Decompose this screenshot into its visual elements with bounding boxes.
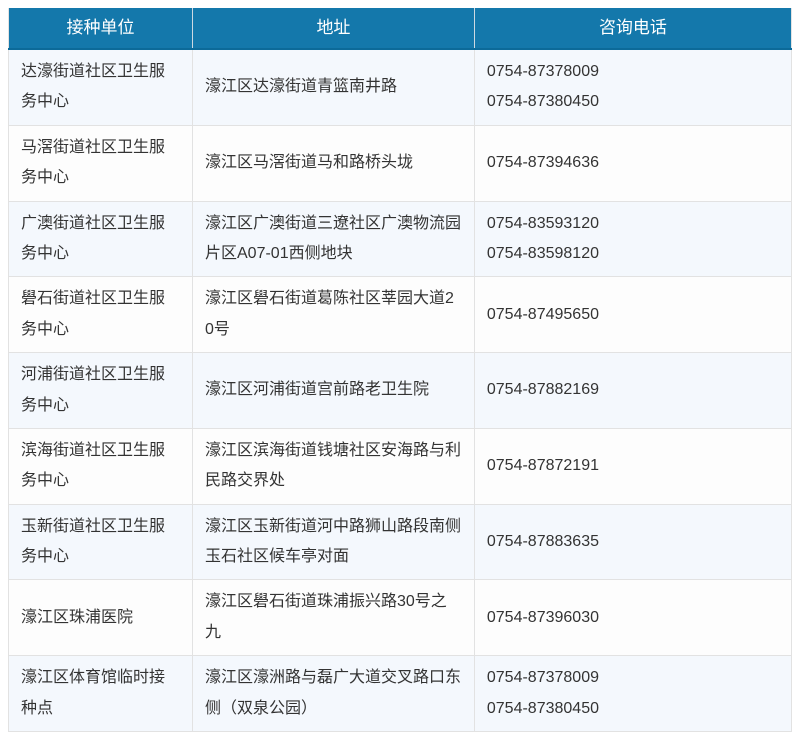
phone-number: 0754-83598120	[487, 239, 779, 269]
unit-cell: 礐石街道社区卫生服务中心	[9, 277, 193, 353]
phone-number: 0754-87396030	[487, 603, 779, 633]
header-row: 接种单位 地址 咨询电话	[9, 8, 792, 49]
address-cell: 濠江区礐石街道珠浦振兴路30号之九	[193, 580, 475, 656]
table-row: 濠江区珠浦医院 濠江区礐石街道珠浦振兴路30号之九 0754-87396030	[9, 580, 792, 656]
phone-cell: 0754-87882169	[474, 353, 791, 429]
phone-cell: 0754-87872191	[474, 428, 791, 504]
address-cell: 濠江区达濠街道青篮南井路	[193, 49, 475, 125]
phone-number: 0754-87380450	[487, 694, 779, 724]
unit-cell: 河浦街道社区卫生服务中心	[9, 353, 193, 429]
page: 接种单位 地址 咨询电话 达濠街道社区卫生服务中心 濠江区达濠街道青篮南井路 0…	[0, 0, 800, 739]
column-header-unit: 接种单位	[9, 8, 193, 49]
table-row: 玉新街道社区卫生服务中心 濠江区玉新街道河中路狮山路段南侧玉石社区候车亭对面 0…	[9, 504, 792, 580]
phone-cell: 0754-87396030	[474, 580, 791, 656]
phone-cell: 0754-873780090754-87380450	[474, 656, 791, 732]
phone-number: 0754-87378009	[487, 57, 779, 87]
phone-number: 0754-87378009	[487, 663, 779, 693]
unit-cell: 马滘街道社区卫生服务中心	[9, 125, 193, 201]
table-row: 滨海街道社区卫生服务中心 濠江区滨海街道钱塘社区安海路与利民路交界处 0754-…	[9, 428, 792, 504]
table-row: 礐石街道社区卫生服务中心 濠江区礐石街道葛陈社区莘园大道20号 0754-874…	[9, 277, 792, 353]
table-row: 濠江区体育馆临时接种点 濠江区濠洲路与磊广大道交叉路口东侧（双泉公园） 0754…	[9, 656, 792, 732]
table-row: 广澳街道社区卫生服务中心 濠江区广澳街道三遼社区广澳物流园片区A07-01西侧地…	[9, 201, 792, 277]
phone-number: 0754-87872191	[487, 451, 779, 481]
address-cell: 濠江区马滘街道马和路桥头垅	[193, 125, 475, 201]
address-cell: 濠江区濠洲路与磊广大道交叉路口东侧（双泉公园）	[193, 656, 475, 732]
unit-cell: 濠江区珠浦医院	[9, 580, 193, 656]
column-header-address: 地址	[193, 8, 475, 49]
address-cell: 濠江区礐石街道葛陈社区莘园大道20号	[193, 277, 475, 353]
phone-cell: 0754-87394636	[474, 125, 791, 201]
phone-cell: 0754-835931200754-83598120	[474, 201, 791, 277]
vaccination-sites-table: 接种单位 地址 咨询电话 达濠街道社区卫生服务中心 濠江区达濠街道青篮南井路 0…	[8, 8, 792, 732]
unit-cell: 玉新街道社区卫生服务中心	[9, 504, 193, 580]
unit-cell: 广澳街道社区卫生服务中心	[9, 201, 193, 277]
table-body: 达濠街道社区卫生服务中心 濠江区达濠街道青篮南井路 0754-873780090…	[9, 49, 792, 732]
table-header: 接种单位 地址 咨询电话	[9, 8, 792, 49]
unit-cell: 濠江区体育馆临时接种点	[9, 656, 193, 732]
address-cell: 濠江区河浦街道宫前路老卫生院	[193, 353, 475, 429]
unit-cell: 滨海街道社区卫生服务中心	[9, 428, 193, 504]
address-cell: 濠江区玉新街道河中路狮山路段南侧玉石社区候车亭对面	[193, 504, 475, 580]
phone-number: 0754-87394636	[487, 148, 779, 178]
phone-number: 0754-87883635	[487, 527, 779, 557]
phone-number: 0754-87380450	[487, 87, 779, 117]
column-header-phone: 咨询电话	[474, 8, 791, 49]
table-row: 达濠街道社区卫生服务中心 濠江区达濠街道青篮南井路 0754-873780090…	[9, 49, 792, 125]
unit-cell: 达濠街道社区卫生服务中心	[9, 49, 193, 125]
address-cell: 濠江区广澳街道三遼社区广澳物流园片区A07-01西侧地块	[193, 201, 475, 277]
phone-number: 0754-87495650	[487, 300, 779, 330]
phone-number: 0754-83593120	[487, 209, 779, 239]
address-cell: 濠江区滨海街道钱塘社区安海路与利民路交界处	[193, 428, 475, 504]
table-row: 马滘街道社区卫生服务中心 濠江区马滘街道马和路桥头垅 0754-87394636	[9, 125, 792, 201]
phone-number: 0754-87882169	[487, 375, 779, 405]
phone-cell: 0754-873780090754-87380450	[474, 49, 791, 125]
table-row: 河浦街道社区卫生服务中心 濠江区河浦街道宫前路老卫生院 0754-8788216…	[9, 353, 792, 429]
phone-cell: 0754-87495650	[474, 277, 791, 353]
phone-cell: 0754-87883635	[474, 504, 791, 580]
